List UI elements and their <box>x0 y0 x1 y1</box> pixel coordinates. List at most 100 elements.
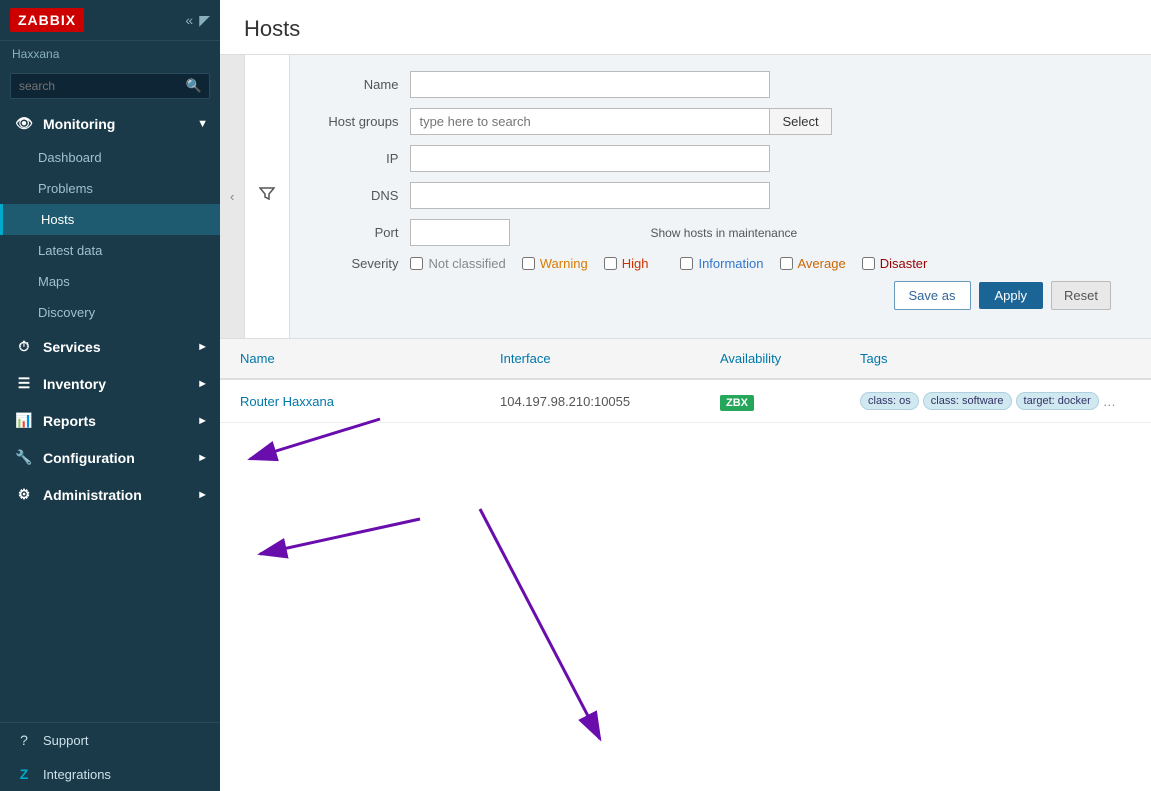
filter-severity-row: Severity Not classified Warning High <box>310 256 1131 271</box>
maintenance-label: Show hosts in maintenance <box>650 226 797 240</box>
sidebar-search-input[interactable] <box>10 73 210 99</box>
filter-port-row: Port Show hosts in maintenance <box>310 219 1131 246</box>
nav-services[interactable]: ⏱ Services ► <box>0 328 220 365</box>
sidebar-item-dashboard[interactable]: Dashboard <box>0 142 220 173</box>
filter-funnel-button[interactable] <box>245 55 290 338</box>
filter-content: Name Host groups Select IP DNS Port <box>290 55 1151 338</box>
cell-interface: 104.197.98.210:10055 <box>492 390 712 413</box>
nav-administration-label: Administration <box>43 487 142 503</box>
sidebar-username: Haxxana <box>0 41 220 67</box>
tag-target-docker: target: docker <box>1016 392 1099 410</box>
table-row: Router Haxxana 104.197.98.210:10055 ZBX … <box>220 380 1151 423</box>
col-header-availability[interactable]: Availability <box>712 347 852 370</box>
nav-administration[interactable]: ⚙ Administration ► <box>0 476 220 513</box>
services-icon: ⏱ <box>15 338 33 355</box>
filter-name-row: Name <box>310 71 1131 98</box>
chevron-right-icon4: ► <box>197 452 208 464</box>
severity-warning-label: Warning <box>540 256 588 271</box>
nav-configuration-label: Configuration <box>43 450 135 466</box>
severity-disaster-label: Disaster <box>880 256 928 271</box>
table-header: Name Interface Availability Tags <box>220 339 1151 380</box>
sidebar-integrations-label: Integrations <box>43 767 111 782</box>
severity-information[interactable]: Information <box>680 256 763 271</box>
tag-class-os: class: os <box>860 392 919 410</box>
reports-icon: 📊 <box>15 412 33 429</box>
zabbix-logo[interactable]: ZABBIX <box>10 8 84 32</box>
filter-actions: Save as Apply Reset <box>310 281 1131 322</box>
search-icon: 🔍 <box>186 78 202 94</box>
administration-icon: ⚙ <box>15 486 33 503</box>
nav-configuration[interactable]: 🔧 Configuration ► <box>0 439 220 476</box>
severity-disaster-checkbox[interactable] <box>862 257 875 270</box>
sidebar-item-problems[interactable]: Problems <box>0 173 220 204</box>
monitoring-icon: 👁 <box>15 115 33 132</box>
cell-host-name[interactable]: Router Haxxana <box>232 390 492 413</box>
reset-button[interactable]: Reset <box>1051 281 1111 310</box>
filter-hostgroups-label: Host groups <box>310 114 410 129</box>
chevron-right-icon5: ► <box>197 489 208 501</box>
filter-ip-label: IP <box>310 151 410 166</box>
filter-ip-input[interactable] <box>410 145 770 172</box>
sidebar-item-hosts[interactable]: Hosts <box>0 204 220 235</box>
severity-not-classified-label: Not classified <box>428 256 505 271</box>
chevron-right-icon: ► <box>197 341 208 353</box>
nav-inventory[interactable]: ☰ Inventory ► <box>0 365 220 402</box>
filter-hostgroups-input[interactable] <box>410 108 770 135</box>
sidebar-item-maps[interactable]: Maps <box>0 266 220 297</box>
col-header-interface[interactable]: Interface <box>492 347 712 370</box>
collapse-icon[interactable]: « <box>185 12 193 29</box>
sidebar-item-latest-data[interactable]: Latest data <box>0 235 220 266</box>
col-header-name[interactable]: Name <box>232 347 492 370</box>
filter-port-label: Port <box>310 225 410 240</box>
severity-warning-checkbox[interactable] <box>522 257 535 270</box>
integrations-icon: Z <box>15 766 33 782</box>
severity-high-checkbox[interactable] <box>604 257 617 270</box>
zbx-badge: ZBX <box>720 395 754 411</box>
sidebar-item-support[interactable]: ? Support <box>0 723 220 757</box>
severity-checkboxes: Not classified Warning High Information <box>410 256 927 271</box>
table-area: Name Interface Availability Tags Router … <box>220 339 1151 791</box>
severity-average-checkbox[interactable] <box>780 257 793 270</box>
filter-dns-row: DNS <box>310 182 1131 209</box>
apply-button[interactable]: Apply <box>979 282 1044 309</box>
support-icon: ? <box>15 732 33 748</box>
nav-monitoring[interactable]: 👁 Monitoring ▼ <box>0 105 220 142</box>
severity-high[interactable]: High <box>604 256 649 271</box>
sidebar-support-label: Support <box>43 733 89 748</box>
filter-select-button[interactable]: Select <box>770 108 831 135</box>
nav-reports[interactable]: 📊 Reports ► <box>0 402 220 439</box>
severity-information-checkbox[interactable] <box>680 257 693 270</box>
expand-icon[interactable]: ◤ <box>199 12 210 29</box>
severity-average[interactable]: Average <box>780 256 846 271</box>
main-content: Hosts ‹ Name Host groups Select IP <box>220 0 1151 791</box>
cell-tags: class: os class: software target: docker… <box>852 388 1139 414</box>
nav-inventory-label: Inventory <box>43 376 106 392</box>
sidebar-header: ZABBIX « ◤ <box>0 0 220 41</box>
severity-high-label: High <box>622 256 649 271</box>
sidebar-item-discovery[interactable]: Discovery <box>0 297 220 328</box>
page-header: Hosts <box>220 0 1151 55</box>
severity-warning[interactable]: Warning <box>522 256 588 271</box>
severity-not-classified-checkbox[interactable] <box>410 257 423 270</box>
filter-collapse-button[interactable]: ‹ <box>220 55 245 338</box>
filter-ip-row: IP <box>310 145 1131 172</box>
col-header-tags[interactable]: Tags <box>852 347 1139 370</box>
severity-not-classified[interactable]: Not classified <box>410 256 505 271</box>
filter-name-input[interactable] <box>410 71 770 98</box>
tag-more-button[interactable]: … <box>1103 394 1116 409</box>
page-title: Hosts <box>244 16 1127 42</box>
nav-services-label: Services <box>43 339 101 355</box>
inventory-icon: ☰ <box>15 375 33 392</box>
sidebar-search-container: 🔍 <box>0 67 220 105</box>
severity-disaster[interactable]: Disaster <box>862 256 928 271</box>
sidebar: ZABBIX « ◤ Haxxana 🔍 👁 Monitoring ▼ Dash… <box>0 0 220 791</box>
severity-average-label: Average <box>798 256 846 271</box>
filter-bar: ‹ Name Host groups Select IP <box>220 55 1151 339</box>
filter-dns-input[interactable] <box>410 182 770 209</box>
save-as-button[interactable]: Save as <box>894 281 971 310</box>
filter-port-input[interactable] <box>410 219 510 246</box>
filter-hostgroups-row: Host groups Select <box>310 108 1131 135</box>
cell-availability: ZBX <box>712 390 852 413</box>
sidebar-item-integrations[interactable]: Z Integrations <box>0 757 220 791</box>
chevron-right-icon3: ► <box>197 415 208 427</box>
